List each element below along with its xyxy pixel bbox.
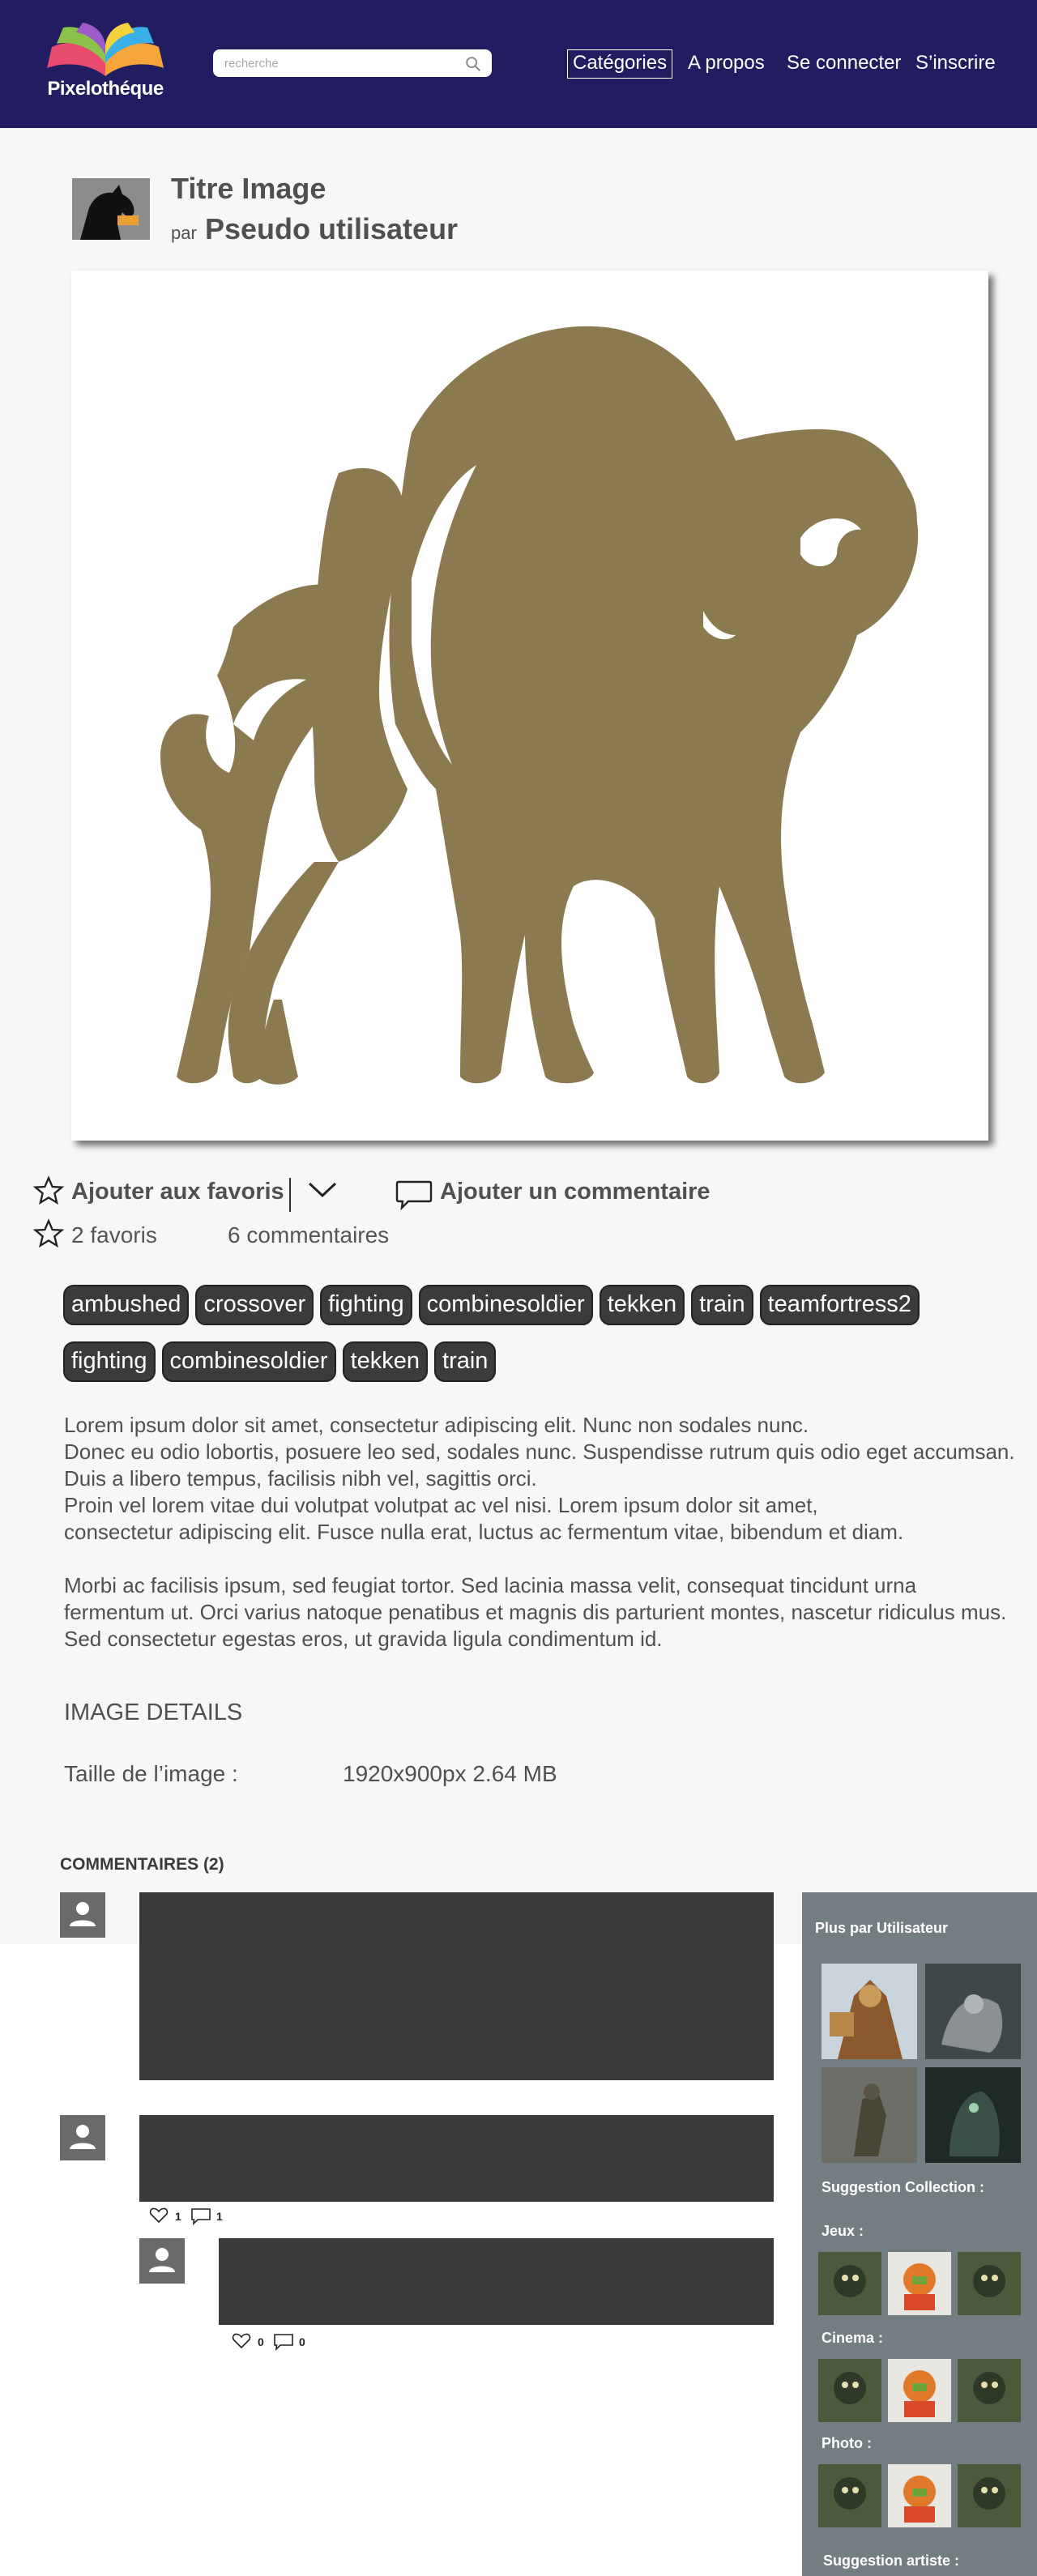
suggestion-collection-heading: Suggestion Collection : (821, 2179, 984, 2195)
user-artwork-thumb[interactable] (821, 1964, 917, 2059)
tag[interactable]: train (434, 1341, 497, 1382)
heart-icon[interactable] (232, 2333, 251, 2349)
bison-illustration (160, 326, 919, 1085)
reply-icon[interactable] (272, 2333, 295, 2351)
add-comment-button[interactable]: Ajouter un commentaire (440, 1179, 711, 1205)
user-artwork-thumb[interactable] (925, 1964, 1021, 2059)
user-icon (149, 2248, 175, 2272)
games-heading: Jeux : (821, 2223, 864, 2239)
star-outline-icon[interactable] (32, 1175, 65, 1207)
image-size-value: 1920x900px 2.64 MB (343, 1761, 557, 1786)
nav-login[interactable]: Se connecter (787, 49, 901, 78)
games-thumb[interactable] (958, 2252, 1021, 2315)
book-logo-icon (47, 23, 164, 76)
logo[interactable]: Pixelothéque (41, 23, 170, 107)
suggestions-sidebar: Plus par Utilisateur Suggestion Collecti… (802, 1892, 1037, 2576)
reply-count: 0 (299, 2335, 305, 2348)
star-outline-icon (32, 1218, 65, 1248)
search-input[interactable] (224, 54, 451, 72)
author-name[interactable]: Pseudo utilisateur (205, 212, 458, 246)
comment-avatar[interactable] (60, 2115, 105, 2160)
tag-list: ambushed crossover fighting combinesoldier t… (63, 1285, 1019, 1398)
image-title: Titre Image (171, 172, 326, 205)
main-image[interactable] (71, 271, 988, 1141)
tag[interactable]: combinesoldier (161, 1341, 336, 1382)
reply-body (219, 2238, 774, 2325)
tag[interactable]: crossover (195, 1285, 314, 1325)
nav-about[interactable]: A propos (688, 49, 765, 78)
tag[interactable]: fighting (63, 1341, 156, 1382)
user-artwork-thumb[interactable] (821, 2067, 917, 2163)
comments-heading: COMMENTAIRES (2) (60, 1855, 224, 1874)
tag[interactable]: fighting (320, 1285, 412, 1325)
games-thumb[interactable] (818, 2252, 881, 2315)
photo-heading: Photo : (821, 2435, 872, 2451)
photo-thumb[interactable] (818, 2464, 881, 2527)
site-header: Pixelothéque Catégories A propos Se conn… (0, 0, 1037, 128)
comment-body (139, 2115, 774, 2202)
user-icon (70, 1902, 96, 1926)
separator (289, 1178, 291, 1212)
details-heading: IMAGE DETAILS (64, 1700, 243, 1725)
avatar-horse-icon (72, 178, 150, 240)
tag[interactable]: teamfortress2 (759, 1285, 920, 1325)
cinema-thumb[interactable] (818, 2359, 881, 2422)
heart-icon[interactable] (149, 2207, 169, 2224)
photo-thumb[interactable] (888, 2464, 951, 2527)
by-label: par (171, 223, 197, 243)
chevron-down-icon[interactable] (306, 1179, 339, 1201)
like-count: 1 (175, 2210, 181, 2223)
tag[interactable]: ambushed (63, 1285, 190, 1325)
reply-count: 1 (216, 2210, 223, 2223)
cinema-heading: Cinema : (821, 2330, 884, 2346)
suggestion-artist-heading: Suggestion artiste : (823, 2553, 960, 2569)
tag[interactable]: tekken (342, 1341, 429, 1382)
nav-categories[interactable]: Catégories (567, 49, 673, 79)
cinema-thumb[interactable] (958, 2359, 1021, 2422)
image-size-label: Taille de l’image : (64, 1761, 238, 1786)
reply-icon[interactable] (190, 2207, 212, 2225)
more-by-user-heading: Plus par Utilisateur (815, 1920, 949, 1936)
photo-thumb[interactable] (958, 2464, 1021, 2527)
reply-avatar[interactable] (139, 2238, 185, 2284)
add-favorite-button[interactable]: Ajouter aux favoris (71, 1179, 284, 1205)
tag[interactable]: tekken (599, 1285, 685, 1325)
comments-count: 6 commentaires (228, 1222, 390, 1247)
tag[interactable]: combinesoldier (418, 1285, 593, 1325)
tag[interactable]: train (691, 1285, 753, 1325)
comment-icon[interactable] (395, 1179, 433, 1210)
comment-body (139, 1892, 774, 2080)
image-description: Lorem ipsum dolor sit amet, consectetur … (64, 1413, 1015, 1651)
search-bar (213, 49, 492, 77)
search-icon[interactable] (464, 55, 482, 73)
comment-avatar[interactable] (60, 1892, 105, 1938)
favorites-count: 2 favoris (71, 1222, 157, 1247)
like-count: 0 (258, 2335, 264, 2348)
author-avatar[interactable] (72, 178, 150, 240)
cinema-thumb[interactable] (888, 2359, 951, 2422)
logo-text: Pixelothéque (47, 78, 164, 100)
user-artwork-thumb[interactable] (925, 2067, 1021, 2163)
nav-signup[interactable]: S’inscrire (915, 49, 996, 78)
games-thumb[interactable] (888, 2252, 951, 2315)
user-icon (70, 2125, 96, 2149)
